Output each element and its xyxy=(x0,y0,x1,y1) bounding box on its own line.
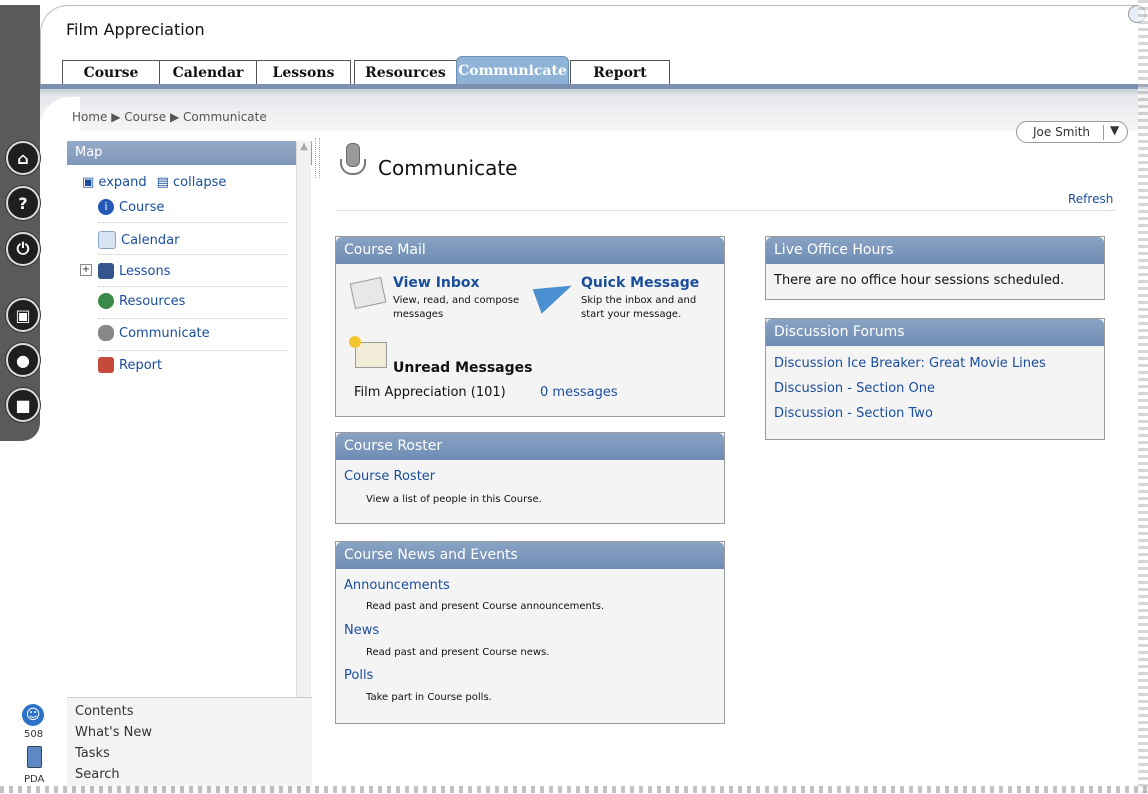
unread-messages-title: Unread Messages xyxy=(393,360,533,376)
scroll-up-icon[interactable]: ▲ xyxy=(297,141,311,155)
info-icon: i xyxy=(98,199,114,215)
calendar-icon xyxy=(98,231,116,249)
book-icon xyxy=(98,263,114,279)
expand-link[interactable]: ▣ expand xyxy=(82,175,147,190)
page-title: Communicate xyxy=(378,156,518,180)
nav-whats-new[interactable]: What's New xyxy=(75,725,152,740)
collapse-link[interactable]: ▤ collapse xyxy=(157,175,227,190)
tab-report[interactable]: Report xyxy=(570,60,670,85)
map-header: Map xyxy=(67,141,312,165)
accessibility-label: 508 xyxy=(24,729,44,740)
map-item-report[interactable]: Report xyxy=(98,357,162,373)
expand-lessons-icon[interactable]: + xyxy=(80,264,92,276)
view-inbox-desc-2: messages xyxy=(393,309,444,320)
polls-link[interactable]: Polls xyxy=(344,668,373,683)
course-roster-header: Course Roster xyxy=(336,433,724,460)
course-roster-desc: View a list of people in this Course. xyxy=(366,494,542,505)
unread-messages-link[interactable]: 0 messages xyxy=(540,385,618,400)
report-icon xyxy=(98,357,114,373)
user-menu[interactable]: Joe Smith ▼ xyxy=(1016,121,1128,143)
polls-desc: Take part in Course polls. xyxy=(366,692,492,703)
nav-tasks[interactable]: Tasks xyxy=(75,746,110,761)
map-item-label: Report xyxy=(119,357,163,373)
microphone-icon xyxy=(340,143,366,183)
panel-splitter[interactable] xyxy=(312,138,322,793)
announcements-desc: Read past and present Course announcemen… xyxy=(366,601,605,612)
office-hours-message: There are no office hour sessions schedu… xyxy=(774,273,1065,288)
course-title: Film Appreciation xyxy=(66,20,205,39)
announcements-link[interactable]: Announcements xyxy=(344,578,450,593)
course-roster-link[interactable]: Course Roster xyxy=(344,469,435,484)
map-item-label: Calendar xyxy=(121,232,180,248)
chevron-down-icon[interactable]: ▼ xyxy=(1110,123,1119,137)
map-item-label: Course xyxy=(119,199,165,215)
news-link[interactable]: News xyxy=(344,623,379,638)
map-scrollbar[interactable]: ▲ ▼ xyxy=(296,141,311,758)
tab-bar-shadow xyxy=(40,89,1148,97)
torn-edge-bottom xyxy=(0,786,1148,793)
user-name: Joe Smith xyxy=(1033,125,1091,139)
tab-resources[interactable]: Resources xyxy=(354,60,457,85)
map-controls: ▣ expand ▤ collapse xyxy=(82,175,226,190)
nav-contents[interactable]: Contents xyxy=(75,704,133,719)
news-desc: Read past and present Course news. xyxy=(366,647,550,658)
forum-link-section-one[interactable]: Discussion - Section One xyxy=(774,381,935,396)
quick-message-desc-2: start your message. xyxy=(581,309,682,320)
briefcase-icon[interactable]: ▣ xyxy=(6,298,40,332)
expand-label: expand xyxy=(98,175,147,190)
forums-box: Discussion Forums xyxy=(765,318,1105,440)
globe-icon xyxy=(98,293,114,309)
title-divider xyxy=(336,210,1116,211)
pda-icon[interactable] xyxy=(27,746,42,768)
course-mail-header: Course Mail xyxy=(336,237,724,264)
torn-edge-right xyxy=(1138,0,1148,793)
divider xyxy=(98,222,288,223)
profile-icon[interactable]: ● xyxy=(6,343,40,377)
map-item-label: Lessons xyxy=(119,263,171,279)
sparkle-icon xyxy=(349,336,361,348)
tab-course[interactable]: Course xyxy=(62,60,160,85)
office-hours-box: Live Office Hours xyxy=(765,236,1105,300)
map-item-label: Communicate xyxy=(119,325,210,341)
office-hours-header: Live Office Hours xyxy=(766,237,1104,264)
forums-header: Discussion Forums xyxy=(766,319,1104,346)
tab-communicate[interactable]: Communicate xyxy=(456,56,569,85)
user-menu-divider xyxy=(1103,125,1104,140)
left-toolbar-upper xyxy=(0,5,40,97)
breadcrumb[interactable]: Home ▶ Course ▶ Communicate xyxy=(72,110,267,124)
quick-message-desc-1: Skip the inbox and and xyxy=(581,295,697,306)
new-mail-icon xyxy=(355,342,387,368)
map-item-resources[interactable]: Resources xyxy=(98,293,185,309)
refresh-link[interactable]: Refresh xyxy=(1068,192,1113,206)
map-item-lessons[interactable]: Lessons xyxy=(98,263,171,279)
news-events-header: Course News and Events xyxy=(336,542,724,569)
divider xyxy=(98,318,288,319)
home-icon[interactable]: ⌂ xyxy=(6,141,40,175)
divider xyxy=(98,350,288,351)
tab-calendar[interactable]: Calendar xyxy=(159,60,257,85)
forum-link-section-two[interactable]: Discussion - Section Two xyxy=(774,406,933,421)
map-item-course[interactable]: i Course xyxy=(98,199,164,215)
microphone-icon xyxy=(98,325,114,341)
view-inbox-desc-1: View, read, and compose xyxy=(393,295,520,306)
nav-search[interactable]: Search xyxy=(75,767,120,782)
divider xyxy=(98,254,288,255)
accessibility-icon[interactable]: ☺ xyxy=(22,704,44,726)
view-inbox-link[interactable]: View Inbox xyxy=(393,275,480,291)
map-item-calendar[interactable]: Calendar xyxy=(98,231,179,249)
unread-course-name: Film Appreciation (101) xyxy=(354,385,506,400)
tab-lessons[interactable]: Lessons xyxy=(256,60,351,85)
power-icon[interactable]: ⏻ xyxy=(6,232,40,266)
map-item-communicate[interactable]: Communicate xyxy=(98,325,210,341)
collapse-label: collapse xyxy=(173,175,227,190)
map-item-label: Resources xyxy=(119,293,186,309)
help-icon[interactable]: ? xyxy=(6,186,40,220)
left-toolbar-curve-inner xyxy=(40,96,68,441)
pda-label: PDA xyxy=(24,774,45,785)
quick-message-link[interactable]: Quick Message xyxy=(581,275,699,291)
chat-icon[interactable]: ■ xyxy=(6,388,40,422)
divider xyxy=(98,286,288,287)
forum-link-icebreaker[interactable]: Discussion Ice Breaker: Great Movie Line… xyxy=(774,356,1046,371)
